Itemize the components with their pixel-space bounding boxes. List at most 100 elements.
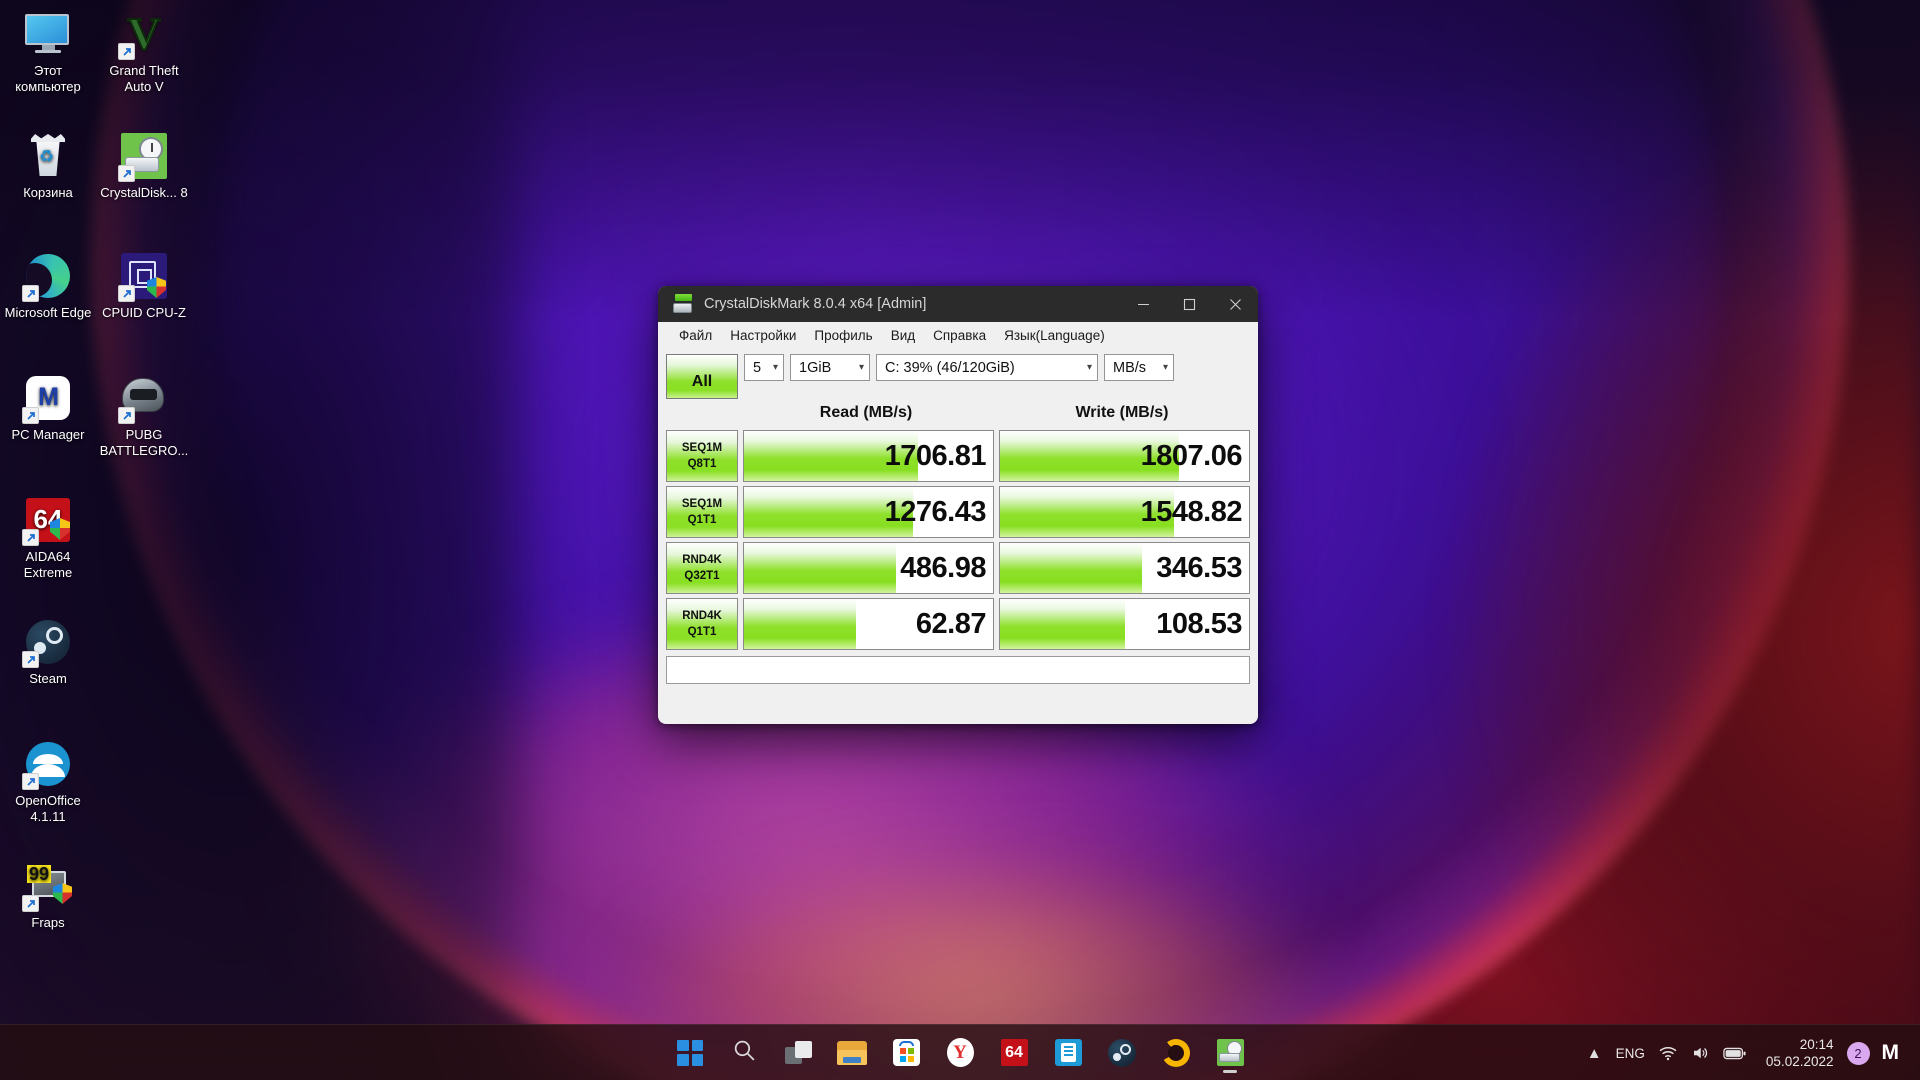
- tray-overflow-button[interactable]: ▲: [1580, 1025, 1609, 1080]
- read-result-cell[interactable]: 62.87: [743, 598, 994, 650]
- read-column-header: Read (MB/s): [738, 402, 994, 426]
- read-value: 486.98: [744, 543, 993, 593]
- crystaldiskmark-window[interactable]: CrystalDiskMark 8.0.4 x64 [Admin] Файл Н…: [658, 286, 1258, 724]
- target-drive-select[interactable]: C: 39% (46/120GiB) ▾: [876, 354, 1098, 381]
- desktop-icon-aida64[interactable]: 64 AIDA64 Extreme: [0, 496, 96, 580]
- test-type-button[interactable]: RND4K Q32T1: [666, 542, 738, 594]
- clock-button[interactable]: 20:14 05.02.2022: [1754, 1025, 1843, 1080]
- test-size-select[interactable]: 1GiB ▾: [790, 354, 870, 381]
- desktop-icon-microsoft-edge[interactable]: Microsoft Edge: [0, 252, 96, 321]
- write-column-header: Write (MB/s): [994, 402, 1250, 426]
- crystaldiskmark-button[interactable]: [1208, 1031, 1252, 1075]
- app-icon: [1055, 1039, 1082, 1066]
- desktop-icon-gta-v[interactable]: V Grand Theft Auto V: [96, 10, 192, 94]
- desktop-icon-label: Этот компьютер: [0, 63, 96, 94]
- language-indicator[interactable]: ENG: [1609, 1025, 1652, 1080]
- write-value: 346.53: [1000, 543, 1249, 593]
- window-titlebar[interactable]: CrystalDiskMark 8.0.4 x64 [Admin]: [658, 286, 1258, 322]
- minimize-button[interactable]: [1120, 286, 1166, 322]
- test-type-button[interactable]: SEQ1M Q8T1: [666, 430, 738, 482]
- write-result-cell[interactable]: 346.53: [999, 542, 1250, 594]
- desktop-icon-label: Fraps: [0, 915, 96, 931]
- pc-manager-tray-icon[interactable]: M: [1874, 1041, 1911, 1065]
- task-view-button[interactable]: [776, 1031, 820, 1075]
- openoffice-icon: [24, 740, 72, 788]
- close-button[interactable]: [1212, 286, 1258, 322]
- search-button[interactable]: [722, 1031, 766, 1075]
- microsoft-store-button[interactable]: [884, 1031, 928, 1075]
- window-menubar[interactable]: Файл Настройки Профиль Вид Справка Язык(…: [658, 322, 1258, 348]
- desktop-icon-fraps[interactable]: 99 Fraps: [0, 862, 96, 931]
- music-player-button[interactable]: [1154, 1031, 1198, 1075]
- steam-button[interactable]: [1100, 1031, 1144, 1075]
- file-explorer-icon: [837, 1041, 867, 1065]
- menu-item-help[interactable]: Справка: [924, 326, 995, 345]
- test-count-select[interactable]: 5 ▾: [744, 354, 784, 381]
- file-explorer-button[interactable]: [830, 1031, 874, 1075]
- microsoft-edge-icon: [24, 252, 72, 300]
- test-type-line1: SEQ1M: [682, 496, 722, 512]
- test-type-button[interactable]: RND4K Q1T1: [666, 598, 738, 650]
- network-button[interactable]: [1652, 1025, 1684, 1080]
- shortcut-arrow-icon: [22, 773, 39, 790]
- desktop-icon-label: Корзина: [0, 185, 96, 201]
- crystaldiskmark-icon: [120, 132, 168, 180]
- desktop-icon-pc-manager[interactable]: M PC Manager: [0, 374, 96, 443]
- maximize-button[interactable]: [1166, 286, 1212, 322]
- result-row: SEQ1M Q8T1 1706.81 1807.06: [666, 430, 1250, 482]
- cpuz-icon: [120, 252, 168, 300]
- wallpaper-top-vignette: [0, 0, 1920, 320]
- desktop-icon-openoffice[interactable]: OpenOffice 4.1.11: [0, 740, 96, 824]
- write-result-cell[interactable]: 1548.82: [999, 486, 1250, 538]
- desktop-icon-pubg[interactable]: PUBG BATTLEGRO...: [96, 374, 192, 458]
- desktop-icon-crystaldiskmark[interactable]: CrystalDisk... 8: [96, 132, 192, 201]
- notification-badge[interactable]: 2: [1847, 1042, 1870, 1065]
- minimize-icon: [1137, 298, 1150, 311]
- desktop-icon-cpuz[interactable]: CPUID CPU-Z: [96, 252, 192, 321]
- desktop-icon-recycle-bin[interactable]: ♻ Корзина: [0, 132, 96, 201]
- test-type-button[interactable]: SEQ1M Q1T1: [666, 486, 738, 538]
- taskbar-icons: Y 64: [668, 1025, 1252, 1080]
- test-type-line2: Q1T1: [688, 512, 717, 528]
- desktop-icon-label: PC Manager: [0, 427, 96, 443]
- read-result-cell[interactable]: 1706.81: [743, 430, 994, 482]
- desktop-icon-label: Grand Theft Auto V: [96, 63, 192, 94]
- run-all-button[interactable]: All: [666, 354, 738, 399]
- test-size-value: 1GiB: [799, 360, 831, 376]
- aida64-button[interactable]: 64: [992, 1031, 1036, 1075]
- write-result-cell[interactable]: 1807.06: [999, 430, 1250, 482]
- result-row: SEQ1M Q1T1 1276.43 1548.82: [666, 486, 1250, 538]
- gta-v-icon: V: [120, 10, 168, 58]
- desktop-icon-steam[interactable]: Steam: [0, 618, 96, 687]
- start-button[interactable]: [668, 1031, 712, 1075]
- aida64-taskbar-icon: 64: [1001, 1039, 1028, 1066]
- yandex-browser-button[interactable]: Y: [938, 1031, 982, 1075]
- desktop-icon-label: PUBG BATTLEGRO...: [96, 427, 192, 458]
- app-button[interactable]: [1046, 1031, 1090, 1075]
- write-result-cell[interactable]: 108.53: [999, 598, 1250, 650]
- test-type-line2: Q8T1: [688, 456, 717, 472]
- menu-item-language[interactable]: Язык(Language): [995, 326, 1114, 345]
- unit-value: MB/s: [1113, 360, 1146, 376]
- menu-item-file[interactable]: Файл: [670, 326, 721, 345]
- battery-button[interactable]: [1716, 1025, 1754, 1080]
- read-result-cell[interactable]: 1276.43: [743, 486, 994, 538]
- desktop-icon-this-pc[interactable]: Этот компьютер: [0, 10, 96, 94]
- result-row: RND4K Q32T1 486.98 346.53: [666, 542, 1250, 594]
- results-column-headers: Read (MB/s) Write (MB/s): [666, 402, 1250, 426]
- menu-item-profile[interactable]: Профиль: [805, 326, 881, 345]
- unit-select[interactable]: MB/s ▾: [1104, 354, 1174, 381]
- pubg-icon: [120, 374, 168, 422]
- volume-button[interactable]: [1684, 1025, 1716, 1080]
- steam-taskbar-icon: [1108, 1039, 1136, 1067]
- menu-item-settings[interactable]: Настройки: [721, 326, 805, 345]
- music-player-icon: [1162, 1039, 1190, 1067]
- running-indicator: [1223, 1070, 1237, 1073]
- read-result-cell[interactable]: 486.98: [743, 542, 994, 594]
- write-value: 108.53: [1000, 599, 1249, 649]
- test-type-line2: Q1T1: [688, 624, 717, 640]
- read-value: 1706.81: [744, 431, 993, 481]
- write-value: 1548.82: [1000, 487, 1249, 537]
- crystaldiskmark-titlebar-icon: [672, 294, 694, 314]
- menu-item-view[interactable]: Вид: [882, 326, 924, 345]
